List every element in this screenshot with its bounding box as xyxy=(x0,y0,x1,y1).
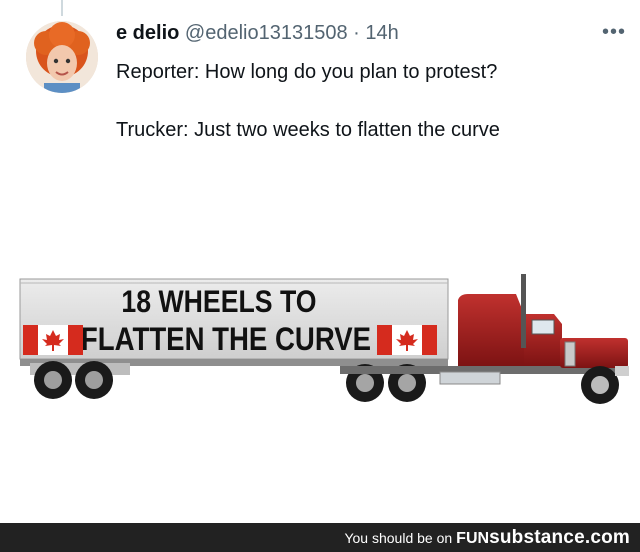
thread-connector-line xyxy=(61,0,63,16)
more-options-icon[interactable]: ••• xyxy=(602,21,626,44)
author-name[interactable]: e delio xyxy=(116,22,179,44)
tweet-text-line: Reporter: How long do you plan to protes… xyxy=(116,61,498,83)
tweet-text-line: Trucker: Just two weeks to flatten the c… xyxy=(116,119,500,141)
canada-flag-right-icon xyxy=(377,325,437,355)
avatar-image xyxy=(26,21,98,93)
canada-flag-left-icon xyxy=(23,325,83,355)
tweet-text: Reporter: How long do you plan to protes… xyxy=(116,58,616,145)
trailer-text-line1: 18 WHEELS TO xyxy=(121,285,316,319)
tweet-media-image[interactable]: 18 WHEELS TO FLATTEN THE CURVE xyxy=(0,262,640,412)
truck-illustration: 18 WHEELS TO FLATTEN THE CURVE xyxy=(19,274,629,404)
watermark-prefix: You should be on xyxy=(344,529,453,546)
brand-fun-text: FUN xyxy=(456,529,490,547)
tweet-header: e delio @edelio13131508 · 14h xyxy=(116,22,620,50)
avatar[interactable] xyxy=(26,21,98,93)
brand-substance-text: substance xyxy=(489,526,585,548)
brand-tld-text: .com xyxy=(584,526,630,548)
author-handle[interactable]: @edelio13131508 xyxy=(185,22,348,44)
tweet-timestamp[interactable]: 14h xyxy=(365,22,398,44)
site-watermark-bar: You should be on FUNsubstance.com xyxy=(0,523,640,552)
watermark-brand[interactable]: FUNsubstance.com xyxy=(456,527,630,549)
trailer-text-line2: FLATTEN THE CURVE xyxy=(81,322,371,358)
header-separator: · xyxy=(353,22,360,44)
